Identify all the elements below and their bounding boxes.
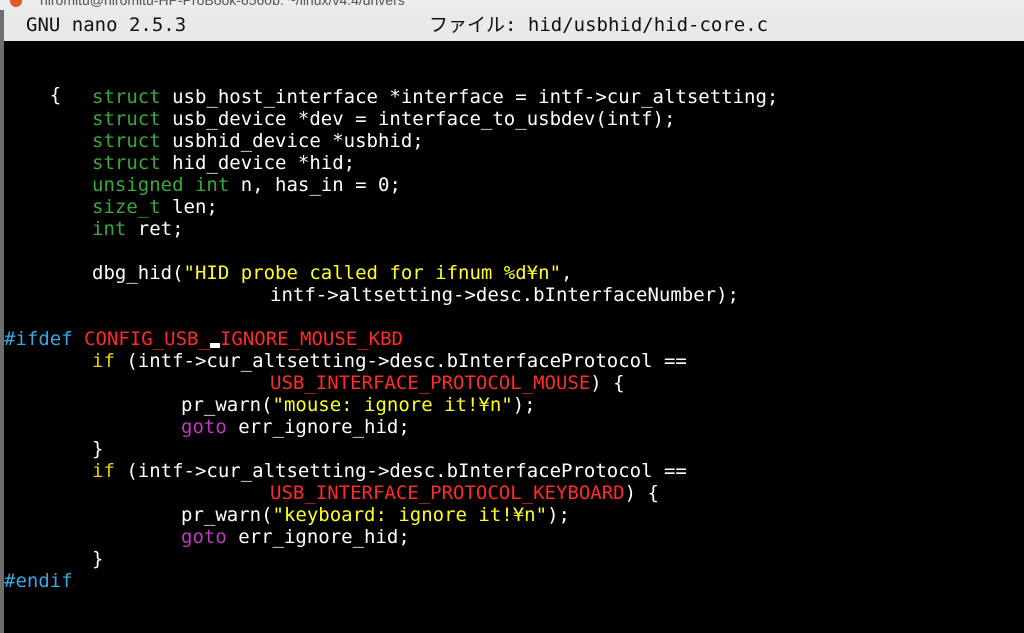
code-line: size_t len; — [92, 196, 218, 218]
code-line: goto err_ignore_hid; — [181, 416, 410, 438]
code-token: unsigned — [92, 174, 184, 196]
code-token: ) { — [590, 372, 625, 394]
code-token: ) { — [624, 482, 659, 504]
text-cursor — [209, 343, 220, 348]
code-token: ); — [547, 504, 570, 526]
code-token: n, has_in = 0; — [229, 174, 401, 196]
code-token: hid_device *hid; — [160, 152, 356, 174]
code-line: int ret; — [92, 218, 184, 240]
code-macro: CONFIG_USB_ — [84, 328, 210, 350]
code-line: struct usb_device *dev = interface_to_us… — [92, 108, 675, 130]
code-token: usb_host_interface *interface = intf->cu… — [160, 86, 779, 108]
code-string: "HID probe called for ifnum %d¥n" — [183, 262, 562, 284]
code-token: int — [92, 218, 127, 240]
code-line: if (intf->cur_altsetting->desc.bInterfac… — [92, 350, 687, 372]
code-token: ret; — [126, 218, 184, 240]
nano-filename: ファイル: hid/usbhid/hid-core.c — [429, 14, 769, 36]
code-line: USB_INTERFACE_PROTOCOL_KEYBOARD) { — [270, 482, 659, 504]
code-macro: USB_INTERFACE_PROTOCOL_KEYBOARD — [270, 482, 625, 504]
code-line: dbg_hid("HID probe called for ifnum %d¥n… — [92, 262, 572, 284]
code-keyword: if — [92, 460, 115, 482]
code-preprocessor: #ifdef — [4, 328, 73, 350]
code-line: #ifdef CONFIG_USB_ IGNORE_MOUSE_KBD — [4, 328, 403, 350]
code-macro: IGNORE_MOUSE_KBD — [219, 328, 403, 350]
code-keyword: goto — [181, 416, 227, 438]
code-line: goto err_ignore_hid; — [181, 526, 410, 548]
code-token: usbhid_device *usbhid; — [160, 130, 424, 152]
code-line: } — [92, 438, 103, 460]
code-string: "keyboard: ignore it!¥n" — [272, 504, 548, 526]
code-token: pr_warn( — [181, 394, 273, 416]
code-token: usb_device *dev = interface_to_usbdev(in… — [160, 108, 676, 130]
code-token: len; — [160, 196, 218, 218]
code-token: pr_warn( — [181, 504, 273, 526]
ubuntu-icon — [10, 0, 22, 7]
code-line: pr_warn("keyboard: ignore it!¥n"); — [181, 504, 570, 526]
code-line: struct usbhid_device *usbhid; — [92, 130, 424, 152]
code-token: struct — [92, 130, 161, 152]
code-token: } — [92, 548, 104, 570]
code-line: unsigned int n, has_in = 0; — [92, 174, 401, 196]
code-line: struct hid_device *hid; — [92, 152, 355, 174]
code-token: { — [49, 84, 62, 106]
code-line: USB_INTERFACE_PROTOCOL_MOUSE) { — [270, 372, 625, 394]
code-token: struct — [92, 152, 161, 174]
code-token: int — [194, 174, 230, 196]
code-token: ); — [512, 394, 536, 416]
code-token: size_t — [92, 196, 161, 218]
window-title: hiromitu@hiromitu-HP-ProBook-6560b: ~/li… — [40, 0, 405, 8]
code-line: #endif — [4, 570, 73, 592]
code-line: { — [4, 62, 61, 106]
code-line: if (intf->cur_altsetting->desc.bInterfac… — [92, 460, 687, 482]
code-line: pr_warn("mouse: ignore it!¥n"); — [181, 394, 536, 416]
code-token: err_ignore_hid; — [226, 526, 410, 548]
code-string: "mouse: ignore it!¥n" — [272, 394, 513, 416]
code-token: } — [92, 438, 104, 460]
nano-header-bar: GNU nano 2.5.3 ファイル: hid/usbhid/hid-core… — [4, 10, 1024, 41]
editor-buffer[interactable]: { struct usb_host_interface *interface =… — [4, 62, 1024, 633]
code-token: struct — [92, 86, 161, 108]
window-titlebar: hiromitu@hiromitu-HP-ProBook-6560b: ~/li… — [0, 0, 1024, 10]
code-line: } — [92, 548, 103, 570]
code-keyword: if — [92, 350, 115, 372]
code-line: struct usb_host_interface *interface = i… — [92, 86, 778, 108]
code-preprocessor: #endif — [4, 570, 73, 592]
code-token: dbg_hid( — [92, 262, 184, 284]
code-keyword: goto — [181, 526, 227, 548]
code-token: err_ignore_hid; — [226, 416, 410, 438]
code-token: intf->altsetting->desc.bInterfaceNumber)… — [270, 284, 739, 306]
code-token: (intf->cur_altsetting->desc.bInterfacePr… — [114, 350, 687, 372]
code-macro: USB_INTERFACE_PROTOCOL_MOUSE — [270, 372, 591, 394]
code-line: intf->altsetting->desc.bInterfaceNumber)… — [270, 284, 739, 306]
code-token: (intf->cur_altsetting->desc.bInterfacePr… — [114, 460, 687, 482]
nano-version: GNU nano 2.5.3 — [26, 14, 187, 36]
code-token: struct — [92, 108, 161, 130]
code-token: , — [561, 262, 573, 284]
